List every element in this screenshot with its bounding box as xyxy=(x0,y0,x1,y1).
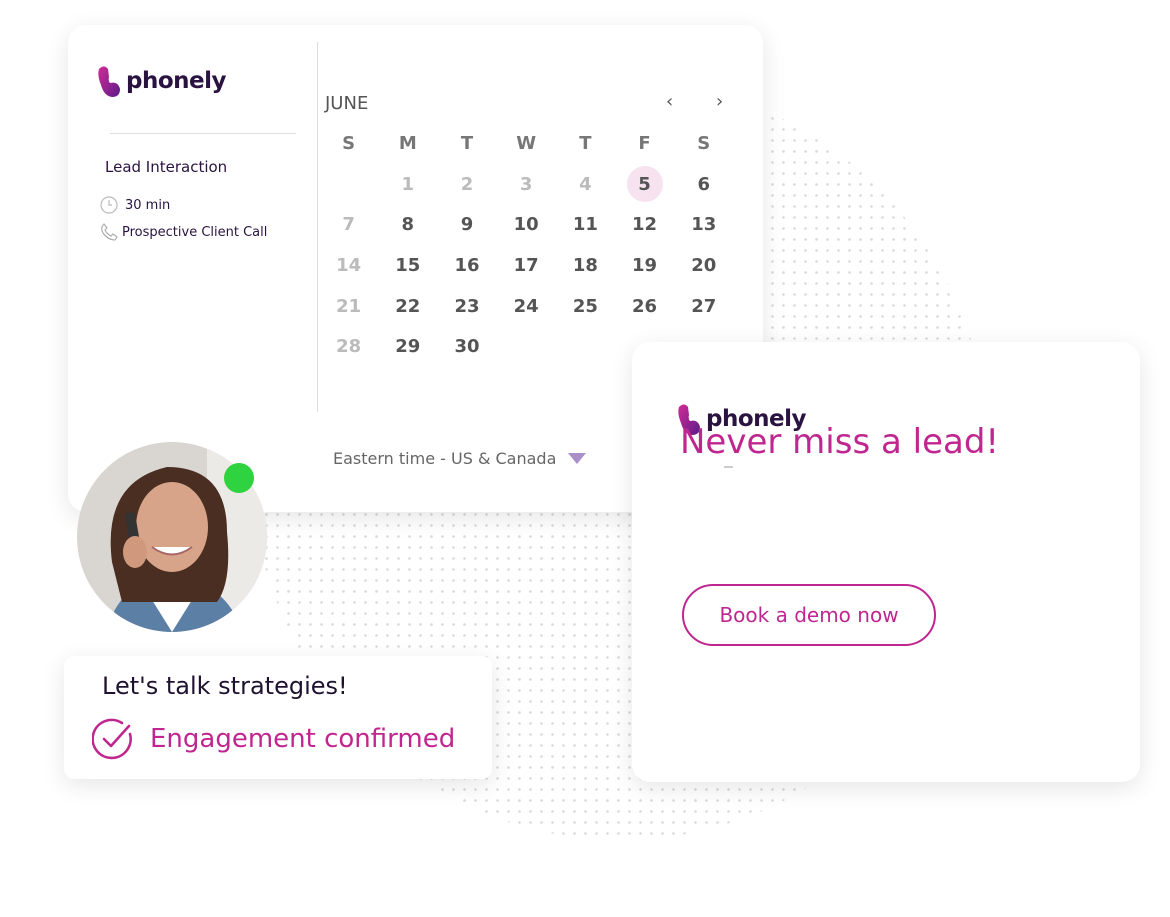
calendar-day[interactable]: 17 xyxy=(497,245,556,286)
calendar-day: 1 xyxy=(378,164,437,205)
calendar-day[interactable]: 13 xyxy=(674,204,733,245)
calendar-day[interactable]: 16 xyxy=(437,245,496,286)
day-number: 6 xyxy=(697,173,710,195)
weekday-header: W xyxy=(516,132,537,154)
calendar-day: 21 xyxy=(319,286,378,327)
calendar-day: 28 xyxy=(319,326,378,367)
calendar-day: 2 xyxy=(437,164,496,205)
calendar-day[interactable]: 22 xyxy=(378,286,437,327)
phone-icon xyxy=(101,223,118,241)
weekday-header: T xyxy=(460,132,474,154)
calendar-day: 14 xyxy=(319,245,378,286)
clock-icon xyxy=(100,196,118,214)
weekday-header: S xyxy=(342,132,356,154)
weekday-header: S xyxy=(697,132,711,154)
calendar-day[interactable]: 24 xyxy=(497,286,556,327)
calendar-day: 4 xyxy=(556,164,615,205)
calendar-day: 7 xyxy=(319,204,378,245)
event-title: Lead Interaction xyxy=(105,158,228,176)
promo-headline: Never miss a lead! xyxy=(680,422,1000,462)
promo-card: phonely Never miss a lead! Book a demo n… xyxy=(632,342,1140,782)
day-number: 3 xyxy=(519,173,533,195)
day-number: 19 xyxy=(632,254,658,276)
day-number: 12 xyxy=(632,214,658,236)
calendar-day[interactable]: 9 xyxy=(437,204,496,245)
check-circle-icon xyxy=(92,718,132,760)
weekday-header: M xyxy=(398,132,417,154)
calendar-month: JUNE xyxy=(325,93,369,114)
calendar-day[interactable]: 12 xyxy=(615,204,674,245)
divider xyxy=(317,42,318,412)
day-number: 10 xyxy=(513,214,539,236)
timezone-select[interactable]: Eastern time - US & Canada xyxy=(333,449,587,468)
confirmation-card: Let's talk strategies! Engagement confir… xyxy=(64,656,492,779)
calendar-day[interactable]: 27 xyxy=(674,286,733,327)
calendar-day[interactable]: 11 xyxy=(556,204,615,245)
day-number: 26 xyxy=(632,295,658,317)
day-number: 18 xyxy=(572,254,598,276)
day-number: 1 xyxy=(401,173,415,195)
event-type: Prospective Client Call xyxy=(100,223,267,241)
day-number: 24 xyxy=(513,295,539,317)
confirmation-status: Engagement confirmed xyxy=(92,718,455,760)
day-number: 4 xyxy=(579,173,592,195)
calendar-day[interactable]: 23 xyxy=(437,286,496,327)
calendar-day[interactable]: 20 xyxy=(674,245,733,286)
event-duration: 30 min xyxy=(100,196,170,214)
calendar-day[interactable]: 19 xyxy=(615,245,674,286)
confirmation-title: Let's talk strategies! xyxy=(102,672,348,700)
day-number: 5 xyxy=(626,166,663,203)
empty-cell xyxy=(319,164,378,205)
calendar-day[interactable]: 10 xyxy=(497,204,556,245)
day-number: 7 xyxy=(342,214,355,236)
calendar-day[interactable]: 6 xyxy=(674,164,733,205)
calendar-day: 3 xyxy=(497,164,556,205)
calendar-day-selected[interactable]: 5 xyxy=(615,164,674,205)
calendar-day[interactable]: 25 xyxy=(556,286,615,327)
divider xyxy=(724,466,733,468)
day-number: 28 xyxy=(336,336,362,358)
day-number: 2 xyxy=(460,173,474,195)
day-number: 22 xyxy=(395,295,421,317)
day-number: 15 xyxy=(395,254,421,276)
online-status-dot xyxy=(224,463,254,493)
day-number: 20 xyxy=(691,254,717,276)
day-number: 8 xyxy=(401,214,415,236)
weekday-header: F xyxy=(638,132,651,154)
calendar-day[interactable]: 18 xyxy=(556,245,615,286)
day-number: 27 xyxy=(691,295,717,317)
calendar-day[interactable]: 26 xyxy=(615,286,674,327)
calendar-day[interactable]: 15 xyxy=(378,245,437,286)
divider xyxy=(110,133,296,134)
day-number: 9 xyxy=(460,214,474,236)
day-number: 13 xyxy=(691,214,717,236)
day-number: 17 xyxy=(513,254,539,276)
book-demo-button[interactable]: Book a demo now xyxy=(682,584,936,646)
weekday-header: T xyxy=(579,132,592,154)
prev-month-button[interactable]: ‹ xyxy=(666,91,673,112)
day-number: 14 xyxy=(336,254,362,276)
caret-down-icon xyxy=(568,453,587,464)
calendar-day[interactable]: 30 xyxy=(437,326,496,367)
calendar-grid: S M T W T F S 1 2 3 4 5 6 7 8 9 10 11 12 13 14 15 16 17 18 19 20 21… xyxy=(319,123,733,367)
calendar-day[interactable]: 29 xyxy=(378,326,437,367)
day-number: 11 xyxy=(572,214,598,236)
day-number: 16 xyxy=(454,254,480,276)
calendar-day[interactable]: 8 xyxy=(378,204,437,245)
day-number: 25 xyxy=(572,295,598,317)
day-number: 23 xyxy=(454,295,480,317)
day-number: 21 xyxy=(336,295,362,317)
logo-icon xyxy=(98,66,120,97)
next-month-button[interactable]: › xyxy=(716,91,723,112)
day-number: 29 xyxy=(395,336,421,358)
day-number: 30 xyxy=(454,336,480,358)
phonely-logo: phonely xyxy=(96,65,227,97)
